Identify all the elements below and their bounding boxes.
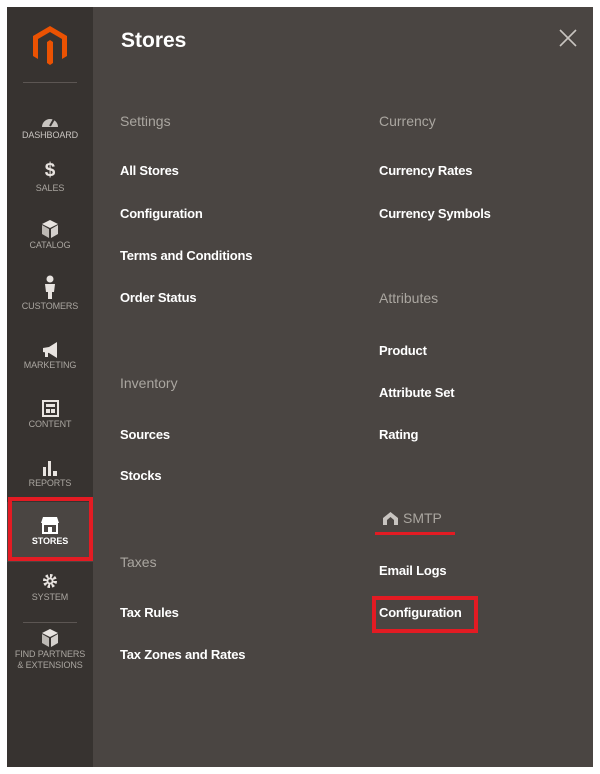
section-inventory-heading: Inventory (120, 375, 178, 391)
link-email-logs[interactable]: Email Logs (379, 563, 447, 578)
nav-label: CATALOG (29, 240, 71, 250)
customers-icon (45, 275, 55, 299)
smtp-heading-label: SMTP (403, 510, 442, 526)
nav-customers[interactable]: CUSTOMERS (7, 273, 93, 312)
nav-label: CUSTOMERS (21, 301, 79, 311)
admin-sidebar: DASHBOARD $ SALES CATALOG CUSTOMERS MARK… (7, 7, 93, 767)
smtp-underline-highlight (375, 532, 455, 535)
nav-label: & EXTENSIONS (17, 660, 83, 670)
nav-reports[interactable]: REPORTS (7, 454, 93, 489)
link-tax-rules[interactable]: Tax Rules (120, 605, 179, 620)
section-smtp-heading: SMTP (383, 510, 442, 526)
catalog-icon (42, 220, 58, 238)
link-currency-symbols[interactable]: Currency Symbols (379, 206, 491, 221)
stores-flyout-panel: Stores Settings All Stores Configuration… (93, 7, 593, 767)
nav-label: DASHBOARD (21, 130, 79, 140)
section-attributes-heading: Attributes (379, 290, 439, 306)
nav-label: FIND PARTNERS (14, 649, 86, 659)
nav-sales[interactable]: $ SALES (7, 159, 93, 194)
system-divider (23, 622, 77, 623)
link-rating[interactable]: Rating (379, 427, 418, 442)
link-product[interactable]: Product (379, 343, 427, 358)
dollar-icon: $ (44, 160, 56, 181)
content-icon (41, 400, 59, 417)
link-currency-rates[interactable]: Currency Rates (379, 163, 473, 178)
section-settings-heading: Settings (120, 113, 171, 129)
nav-content[interactable]: CONTENT (7, 395, 93, 430)
nav-label: SYSTEM (31, 592, 69, 602)
link-tax-zones-and-rates[interactable]: Tax Zones and Rates (120, 647, 245, 662)
nav-find-partners[interactable]: FIND PARTNERS & EXTENSIONS (7, 627, 93, 671)
reports-icon (42, 461, 57, 476)
logo-divider (23, 82, 77, 83)
link-all-stores[interactable]: All Stores (120, 163, 179, 178)
panel-title: Stores (121, 29, 187, 52)
gear-icon (43, 574, 57, 588)
link-terms-and-conditions[interactable]: Terms and Conditions (120, 248, 252, 263)
link-order-status[interactable]: Order Status (120, 290, 197, 305)
stores-highlight-box (8, 497, 93, 561)
extensions-icon (42, 629, 58, 647)
link-configuration[interactable]: Configuration (120, 206, 203, 221)
section-currency-heading: Currency (379, 113, 436, 129)
nav-label: MARKETING (23, 360, 77, 370)
section-taxes-heading: Taxes (120, 554, 157, 570)
link-sources[interactable]: Sources (120, 427, 170, 442)
smtp-configuration-highlight-box (372, 596, 478, 633)
link-attribute-set[interactable]: Attribute Set (379, 385, 455, 400)
dashboard-icon (42, 118, 58, 127)
megaphone-icon (43, 342, 57, 358)
close-icon[interactable] (557, 27, 579, 49)
admin-frame: DASHBOARD $ SALES CATALOG CUSTOMERS MARK… (7, 7, 593, 767)
link-stocks[interactable]: Stocks (120, 468, 162, 483)
magento-logo[interactable] (33, 26, 67, 66)
nav-marketing[interactable]: MARKETING (7, 338, 93, 371)
nav-label: REPORTS (28, 478, 72, 488)
nav-catalog[interactable]: CATALOG (7, 218, 93, 251)
smtp-icon (383, 511, 398, 525)
nav-dashboard[interactable]: DASHBOARD (7, 104, 93, 141)
nav-label: CONTENT (28, 419, 72, 429)
nav-system[interactable]: SYSTEM (7, 570, 93, 603)
nav-label: SALES (35, 183, 65, 193)
